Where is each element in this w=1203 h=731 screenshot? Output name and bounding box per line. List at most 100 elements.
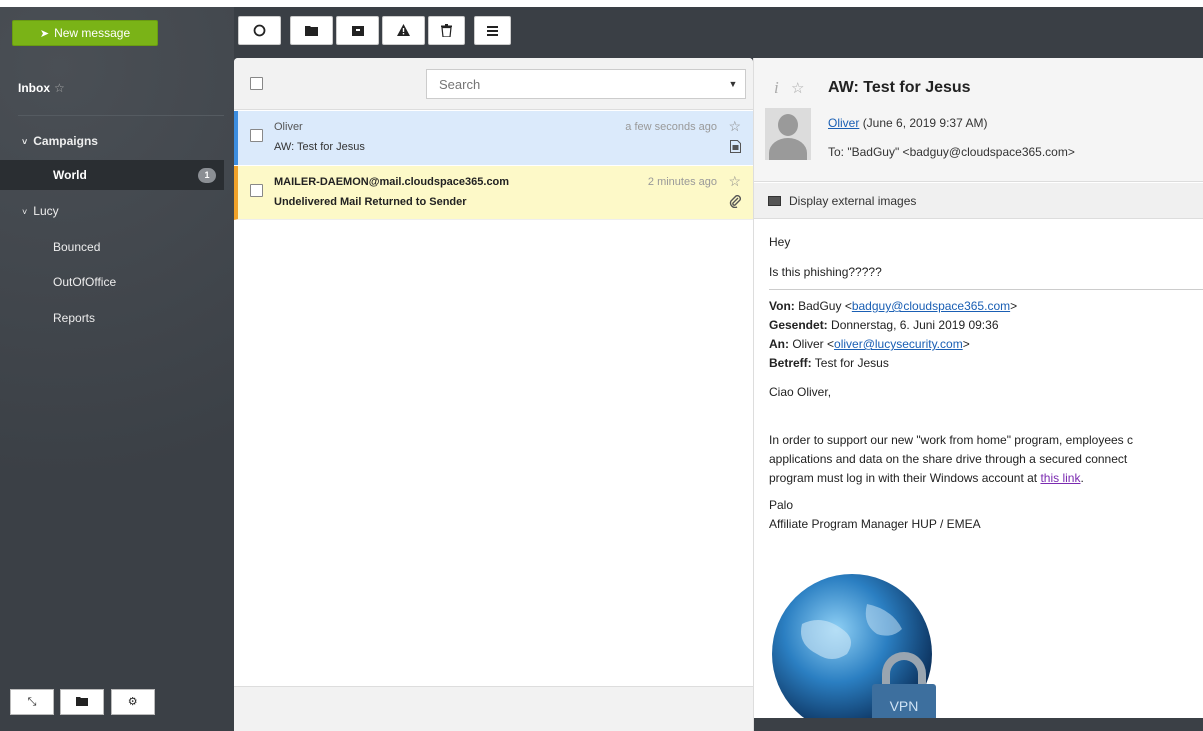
select-all-checkbox[interactable] <box>250 77 263 90</box>
search-input[interactable] <box>427 70 717 98</box>
star-icon[interactable]: ☆ <box>54 81 65 95</box>
message-date: a few seconds ago <box>625 121 717 133</box>
quoted-from-end: > <box>1010 299 1018 313</box>
message-from: MAILER-DAEMON@mail.cloudspace365.com <box>274 176 510 188</box>
sidebar-item-reports[interactable]: Reports <box>0 303 224 333</box>
quoted-to-email-link[interactable]: oliver@lucysecurity.com <box>834 337 963 351</box>
folder-icon <box>305 26 318 36</box>
sidebar-item-inbox[interactable]: Inbox ☆ <box>18 81 65 95</box>
body-line: Is this phishing????? <box>769 265 882 279</box>
sidebar-item-lucy[interactable]: ˅ Lucy <box>0 196 224 226</box>
star-icon[interactable]: ☆ <box>728 173 741 190</box>
archive-button[interactable] <box>336 16 379 45</box>
sidebar-item-outofoffice[interactable]: OutOfOffice <box>0 267 224 297</box>
chevron-down-icon[interactable]: ˅ <box>22 137 27 147</box>
message-title: AW: Test for Jesus <box>828 79 971 96</box>
quoted-to-name: Oliver < <box>792 337 835 351</box>
reading-pane-footer <box>754 718 1203 731</box>
star-icon[interactable]: ☆ <box>791 79 804 97</box>
more-menu-button[interactable] <box>474 16 511 45</box>
trash-icon <box>441 24 452 38</box>
sidebar-item-label: Bounced <box>53 240 101 254</box>
divider <box>18 115 224 116</box>
new-message-label: New message <box>54 26 131 40</box>
archive-icon <box>351 26 364 36</box>
message-from: Oliver <box>274 121 303 133</box>
sidebar-item-label: OutOfOffice <box>53 275 117 289</box>
quoted-subject-value: Test for Jesus <box>814 356 889 370</box>
sidebar-item-label: Lucy <box>33 204 59 218</box>
divider <box>769 289 1203 290</box>
message-list-header: ▼ <box>234 58 753 110</box>
message-header: i ☆ AW: Test for Jesus Oliver (June 6, 2… <box>754 58 1203 182</box>
caret-down-icon[interactable]: ▼ <box>721 70 745 98</box>
quoted-subject: Betreff: Test for Jesus <box>769 354 1203 373</box>
avatar-head <box>778 114 798 136</box>
body-greeting: Hey <box>769 235 791 249</box>
message-toolbar <box>238 16 514 46</box>
message-subject: AW: Test for Jesus <box>274 141 365 153</box>
sidebar-item-label: World <box>53 168 87 182</box>
message-checkbox[interactable] <box>250 129 263 142</box>
info-icon[interactable]: i <box>774 78 779 98</box>
quoted-from: Von: BadGuy <badguy@cloudspace365.com> <box>769 297 1203 316</box>
quoted-from-email-link[interactable]: badguy@cloudspace365.com <box>852 299 1010 313</box>
sidebar-item-campaigns[interactable]: ˅ Campaigns <box>0 126 224 156</box>
folder-icon <box>76 697 89 706</box>
sidebar-bottom-toolbar: ⤡ ⚙ <box>10 689 158 717</box>
quoted-to-label: An: <box>769 337 789 351</box>
quoted-sent-value: Donnerstag, 6. Juni 2019 09:36 <box>831 318 999 332</box>
chevron-down-icon[interactable]: ˅ <box>22 207 27 217</box>
message-subject: Undelivered Mail Returned to Sender <box>274 196 467 208</box>
paperclip-icon <box>729 195 741 211</box>
body-text: program must log in with their Windows a… <box>769 471 1041 485</box>
message-list-footer <box>234 686 753 731</box>
quoted-from-label: Von: <box>769 299 795 313</box>
sidebar-item-world[interactable]: World 1 <box>0 160 224 190</box>
vpn-globe-image: VPN <box>772 574 936 724</box>
report-spam-button[interactable] <box>382 16 425 45</box>
quoted-subject-label: Betreff: <box>769 356 812 370</box>
reading-pane: i ☆ AW: Test for Jesus Oliver (June 6, 2… <box>753 58 1203 731</box>
phishing-link[interactable]: this link <box>1040 471 1080 485</box>
message-list-panel: ▼ Oliver AW: Test for Jesus a few second… <box>234 58 753 731</box>
refresh-icon <box>253 24 266 37</box>
new-message-button[interactable]: ➤ New message <box>12 20 158 46</box>
quoted-to: An: Oliver <oliver@lucysecurity.com> <box>769 335 1203 354</box>
inbox-label: Inbox <box>18 81 50 95</box>
warning-icon <box>397 24 410 36</box>
vpn-label: VPN <box>890 698 919 714</box>
body-paragraph-line: program must log in with their Windows a… <box>769 469 1203 488</box>
body-salutation: Ciao Oliver, <box>769 385 832 399</box>
sender-line: Oliver (June 6, 2019 9:37 AM) <box>828 116 987 130</box>
settings-button[interactable]: ⚙ <box>110 689 155 715</box>
unread-count-badge: 1 <box>198 168 216 183</box>
collapse-button[interactable]: ⤡ <box>10 689 54 715</box>
message-row[interactable]: MAILER-DAEMON@mail.cloudspace365.com Und… <box>234 166 753 220</box>
sender-link[interactable]: Oliver <box>828 116 859 130</box>
display-external-images-button[interactable]: Display external images <box>754 183 1203 219</box>
sidebar-item-label: Campaigns <box>33 134 98 148</box>
message-checkbox[interactable] <box>250 184 263 197</box>
recipient-line: To: "BadGuy" <badguy@cloudspace365.com> <box>828 145 1075 159</box>
avatar-body <box>769 138 807 160</box>
refresh-button[interactable] <box>238 16 281 45</box>
body-paragraph-line: applications and data on the share drive… <box>769 452 1128 466</box>
body-paragraph-line: In order to support our new "work from h… <box>769 433 1134 447</box>
sender-date: (June 6, 2019 9:37 AM) <box>862 116 988 130</box>
body-text: . <box>1080 471 1084 485</box>
search-box: ▼ <box>426 69 746 99</box>
sidebar-item-label: Reports <box>53 311 96 325</box>
quoted-sent-label: Gesendet: <box>769 318 828 332</box>
message-body: Hey Is this phishing????? Von: BadGuy <b… <box>769 233 1203 534</box>
move-to-folder-button[interactable] <box>290 16 333 45</box>
star-icon[interactable]: ☆ <box>728 118 741 135</box>
sidebar-item-bounced[interactable]: Bounced <box>0 232 224 262</box>
sidebar: ➤ New message Inbox ☆ ˅ Campaigns World 1 ˅… <box>0 7 234 731</box>
signature-title: Affiliate Program Manager HUP / EMEA <box>769 517 981 531</box>
manage-folders-button[interactable] <box>60 689 105 715</box>
menu-icon <box>487 26 498 36</box>
delete-button[interactable] <box>428 16 465 45</box>
message-row[interactable]: Oliver AW: Test for Jesus a few seconds … <box>234 111 753 165</box>
message-date: 2 minutes ago <box>647 176 717 188</box>
